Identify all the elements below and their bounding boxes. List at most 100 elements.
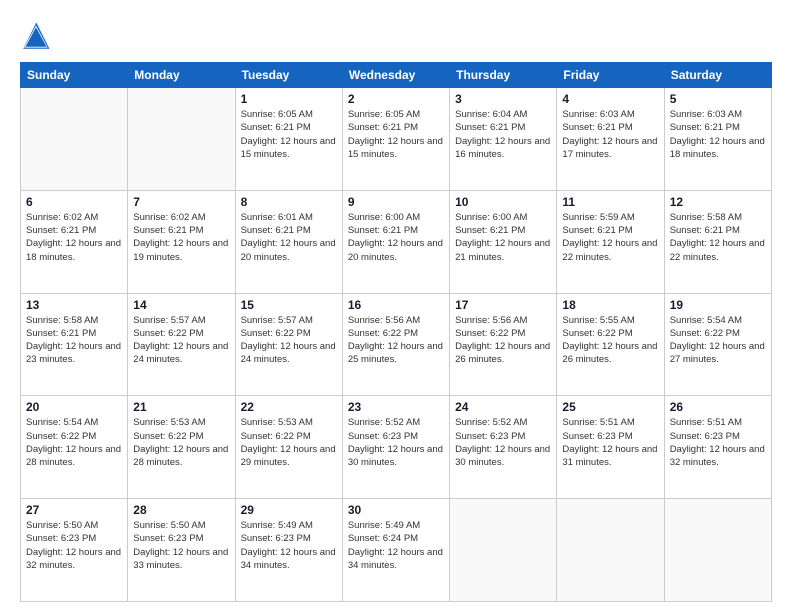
calendar-cell: 4Sunrise: 6:03 AM Sunset: 6:21 PM Daylig… (557, 88, 664, 191)
weekday-row: SundayMondayTuesdayWednesdayThursdayFrid… (21, 63, 772, 88)
weekday-header: Wednesday (342, 63, 449, 88)
calendar-week-row: 6 Sunrise: 6:02 AM Sunset: 6:21 PM Daylig… (21, 190, 772, 293)
calendar-cell (557, 499, 664, 602)
calendar-cell: 5 Sunrise: 6:03 AM Sunset: 6:21 PM Daylig… (664, 88, 771, 191)
day-info: Sunrise: 5:53 AM Sunset: 6:22 PM Dayligh… (241, 416, 337, 469)
calendar-cell: 6 Sunrise: 6:02 AM Sunset: 6:21 PM Daylig… (21, 190, 128, 293)
day-number: 14 (133, 298, 229, 312)
day-info: Sunrise: 6:01 AM Sunset: 6:21 PM Dayligh… (241, 211, 337, 264)
weekday-header: Thursday (450, 63, 557, 88)
day-info: Sunrise: 6:00 AM Sunset: 6:21 PM Dayligh… (348, 211, 444, 264)
calendar-header: SundayMondayTuesdayWednesdayThursdayFrid… (21, 63, 772, 88)
calendar-cell (450, 499, 557, 602)
day-info: Sunrise: 6:02 AM Sunset: 6:21 PM Dayligh… (133, 211, 229, 264)
calendar-cell: 11 Sunrise: 5:59 AM Sunset: 6:21 PM Dayli… (557, 190, 664, 293)
calendar-cell: 26Sunrise: 5:51 AM Sunset: 6:23 PM Dayli… (664, 396, 771, 499)
calendar-cell: 2 Sunrise: 6:05 AM Sunset: 6:21 PM Daylig… (342, 88, 449, 191)
day-info: Sunrise: 5:56 AM Sunset: 6:22 PM Dayligh… (348, 314, 444, 367)
day-number: 13 (26, 298, 122, 312)
weekday-header: Sunday (21, 63, 128, 88)
calendar-body: 1 Sunrise: 6:05 AM Sunset: 6:21 PM Daylig… (21, 88, 772, 602)
day-number: 10 (455, 195, 551, 209)
day-number: 22 (241, 400, 337, 414)
day-number: 7 (133, 195, 229, 209)
calendar-cell: 15Sunrise: 5:57 AM Sunset: 6:22 PM Dayli… (235, 293, 342, 396)
weekday-header: Monday (128, 63, 235, 88)
day-number: 6 (26, 195, 122, 209)
calendar-cell: 24 Sunrise: 5:52 AM Sunset: 6:23 PM Dayli… (450, 396, 557, 499)
day-info: Sunrise: 6:03 AM Sunset: 6:21 PM Dayligh… (562, 108, 658, 161)
day-info: Sunrise: 5:50 AM Sunset: 6:23 PM Dayligh… (133, 519, 229, 572)
day-info: Sunrise: 5:55 AM Sunset: 6:22 PM Dayligh… (562, 314, 658, 367)
day-info: Sunrise: 5:58 AM Sunset: 6:21 PM Dayligh… (670, 211, 766, 264)
calendar-week-row: 1 Sunrise: 6:05 AM Sunset: 6:21 PM Daylig… (21, 88, 772, 191)
day-info: Sunrise: 5:49 AM Sunset: 6:23 PM Dayligh… (241, 519, 337, 572)
day-number: 5 (670, 92, 766, 106)
day-info: Sunrise: 6:02 AM Sunset: 6:21 PM Dayligh… (26, 211, 122, 264)
day-info: Sunrise: 5:51 AM Sunset: 6:23 PM Dayligh… (562, 416, 658, 469)
weekday-header: Friday (557, 63, 664, 88)
day-info: Sunrise: 5:54 AM Sunset: 6:22 PM Dayligh… (26, 416, 122, 469)
day-number: 29 (241, 503, 337, 517)
calendar-cell: 30 Sunrise: 5:49 AM Sunset: 6:24 PM Dayli… (342, 499, 449, 602)
day-number: 21 (133, 400, 229, 414)
calendar-cell: 8 Sunrise: 6:01 AM Sunset: 6:21 PM Daylig… (235, 190, 342, 293)
calendar-cell (21, 88, 128, 191)
day-info: Sunrise: 6:03 AM Sunset: 6:21 PM Dayligh… (670, 108, 766, 161)
day-info: Sunrise: 5:59 AM Sunset: 6:21 PM Dayligh… (562, 211, 658, 264)
calendar-cell: 20 Sunrise: 5:54 AM Sunset: 6:22 PM Dayli… (21, 396, 128, 499)
calendar-cell: 9 Sunrise: 6:00 AM Sunset: 6:21 PM Daylig… (342, 190, 449, 293)
weekday-header: Tuesday (235, 63, 342, 88)
calendar-cell: 25 Sunrise: 5:51 AM Sunset: 6:23 PM Dayli… (557, 396, 664, 499)
day-info: Sunrise: 6:04 AM Sunset: 6:21 PM Dayligh… (455, 108, 551, 161)
day-number: 30 (348, 503, 444, 517)
day-info: Sunrise: 5:58 AM Sunset: 6:21 PM Dayligh… (26, 314, 122, 367)
calendar-table: SundayMondayTuesdayWednesdayThursdayFrid… (20, 62, 772, 602)
calendar-cell: 13 Sunrise: 5:58 AM Sunset: 6:21 PM Dayli… (21, 293, 128, 396)
day-number: 24 (455, 400, 551, 414)
calendar-cell: 17 Sunrise: 5:56 AM Sunset: 6:22 PM Dayli… (450, 293, 557, 396)
day-number: 17 (455, 298, 551, 312)
day-info: Sunrise: 5:57 AM Sunset: 6:22 PM Dayligh… (133, 314, 229, 367)
day-info: Sunrise: 5:57 AM Sunset: 6:22 PM Dayligh… (241, 314, 337, 367)
day-number: 27 (26, 503, 122, 517)
day-number: 28 (133, 503, 229, 517)
day-info: Sunrise: 5:50 AM Sunset: 6:23 PM Dayligh… (26, 519, 122, 572)
calendar-cell: 3Sunrise: 6:04 AM Sunset: 6:21 PM Daylig… (450, 88, 557, 191)
day-info: Sunrise: 5:51 AM Sunset: 6:23 PM Dayligh… (670, 416, 766, 469)
day-number: 20 (26, 400, 122, 414)
day-number: 12 (670, 195, 766, 209)
day-info: Sunrise: 5:54 AM Sunset: 6:22 PM Dayligh… (670, 314, 766, 367)
day-info: Sunrise: 5:52 AM Sunset: 6:23 PM Dayligh… (348, 416, 444, 469)
calendar-cell: 22 Sunrise: 5:53 AM Sunset: 6:22 PM Dayli… (235, 396, 342, 499)
weekday-header: Saturday (664, 63, 771, 88)
calendar-cell: 18Sunrise: 5:55 AM Sunset: 6:22 PM Dayli… (557, 293, 664, 396)
calendar-cell (664, 499, 771, 602)
day-number: 16 (348, 298, 444, 312)
calendar-week-row: 27 Sunrise: 5:50 AM Sunset: 6:23 PM Dayli… (21, 499, 772, 602)
logo (20, 20, 58, 52)
day-number: 25 (562, 400, 658, 414)
calendar-cell: 21Sunrise: 5:53 AM Sunset: 6:22 PM Dayli… (128, 396, 235, 499)
day-number: 1 (241, 92, 337, 106)
calendar-cell (128, 88, 235, 191)
day-info: Sunrise: 6:05 AM Sunset: 6:21 PM Dayligh… (348, 108, 444, 161)
calendar-cell: 1Sunrise: 6:05 AM Sunset: 6:21 PM Daylig… (235, 88, 342, 191)
day-number: 23 (348, 400, 444, 414)
day-info: Sunrise: 5:52 AM Sunset: 6:23 PM Dayligh… (455, 416, 551, 469)
calendar-cell: 27 Sunrise: 5:50 AM Sunset: 6:23 PM Dayli… (21, 499, 128, 602)
calendar-cell: 19Sunrise: 5:54 AM Sunset: 6:22 PM Dayli… (664, 293, 771, 396)
logo-icon (20, 20, 52, 52)
calendar-cell: 12 Sunrise: 5:58 AM Sunset: 6:21 PM Dayli… (664, 190, 771, 293)
day-number: 8 (241, 195, 337, 209)
calendar-cell: 23 Sunrise: 5:52 AM Sunset: 6:23 PM Dayli… (342, 396, 449, 499)
day-number: 11 (562, 195, 658, 209)
day-number: 9 (348, 195, 444, 209)
calendar-week-row: 20 Sunrise: 5:54 AM Sunset: 6:22 PM Dayli… (21, 396, 772, 499)
day-info: Sunrise: 5:49 AM Sunset: 6:24 PM Dayligh… (348, 519, 444, 572)
day-number: 2 (348, 92, 444, 106)
calendar-cell: 28 Sunrise: 5:50 AM Sunset: 6:23 PM Dayli… (128, 499, 235, 602)
calendar-cell: 7 Sunrise: 6:02 AM Sunset: 6:21 PM Daylig… (128, 190, 235, 293)
day-info: Sunrise: 5:56 AM Sunset: 6:22 PM Dayligh… (455, 314, 551, 367)
calendar-cell: 29 Sunrise: 5:49 AM Sunset: 6:23 PM Dayli… (235, 499, 342, 602)
